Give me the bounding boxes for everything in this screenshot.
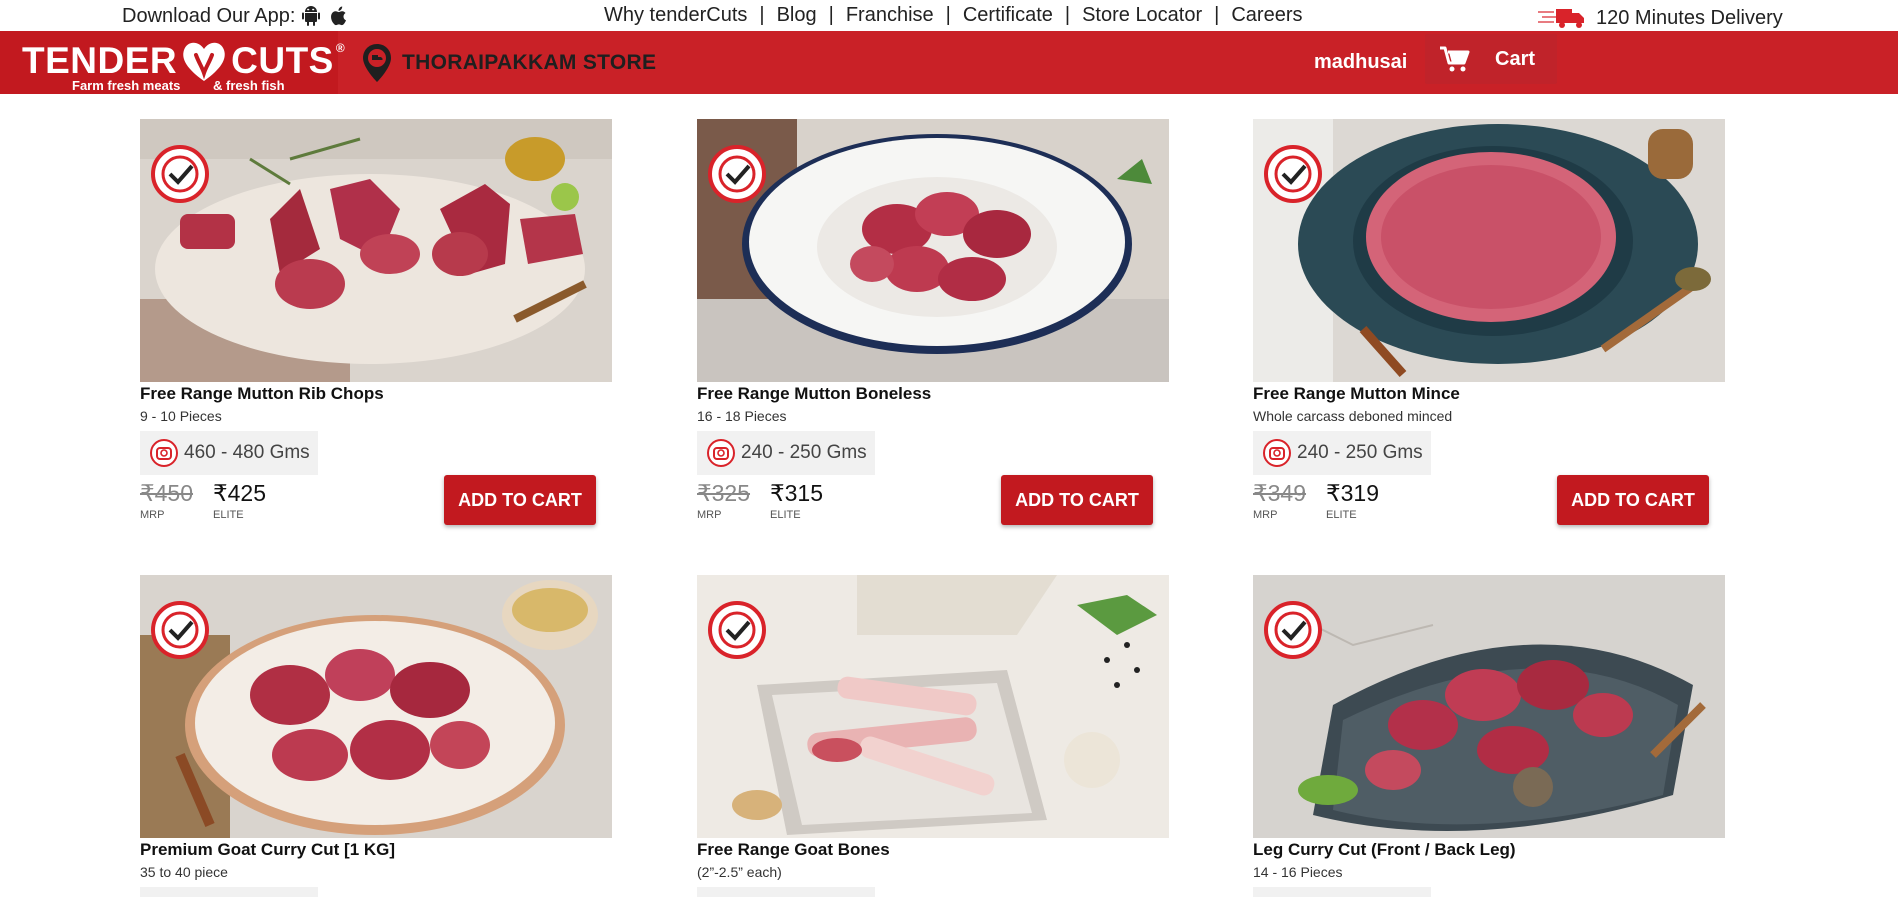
antibiotic-free-badge-icon xyxy=(708,145,766,203)
brand-name-right: CUTS xyxy=(231,40,334,81)
elite-label: ELITE xyxy=(213,509,244,521)
add-to-cart-button[interactable]: ADD TO CART xyxy=(1001,475,1153,525)
weighing-scale-icon xyxy=(1263,439,1291,467)
top-bar: Download Our App: Why tenderCuts | Blog … xyxy=(0,0,1898,31)
antibiotic-free-badge-icon xyxy=(1264,601,1322,659)
mrp-price: ₹450 xyxy=(140,480,194,506)
nav-franchise[interactable]: Franchise xyxy=(846,4,934,27)
product-title[interactable]: Premium Goat Curry Cut [1 KG] xyxy=(140,840,395,860)
brand-logo[interactable]: TENDER CUTS ® Farm fresh meats & fresh f… xyxy=(0,31,345,94)
top-nav: Why tenderCuts | Blog | Franchise | Cert… xyxy=(604,4,1303,27)
shopping-cart-icon xyxy=(1439,45,1471,73)
antibiotic-free-badge-icon xyxy=(151,601,209,659)
product-pieces: 9 - 10 Pieces xyxy=(140,408,222,424)
nav-separator: | xyxy=(759,4,765,26)
add-to-cart-button[interactable]: ADD TO CART xyxy=(1557,475,1709,525)
delivery-text: 120 Minutes Delivery xyxy=(1596,6,1783,29)
mrp-label: MRP xyxy=(140,509,165,521)
add-to-cart-button[interactable]: ADD TO CART xyxy=(444,475,596,525)
mrp-label: MRP xyxy=(697,509,722,521)
product-pieces: (2”-2.5” each) xyxy=(697,864,782,880)
antibiotic-free-badge-icon xyxy=(151,145,209,203)
product-pieces: 35 to 40 piece xyxy=(140,864,228,880)
product-title[interactable]: Free Range Goat Bones xyxy=(697,840,890,860)
antibiotic-free-badge-icon xyxy=(708,601,766,659)
product-image[interactable] xyxy=(1253,575,1725,838)
weight-value: 240 - 250 Gms xyxy=(741,442,867,463)
product-weight: 460 - 480 Gms xyxy=(140,431,318,475)
product-title[interactable]: Leg Curry Cut (Front / Back Leg) xyxy=(1253,840,1516,860)
nav-separator: | xyxy=(945,4,951,26)
elite-price: ₹425 xyxy=(213,480,267,506)
weighing-scale-icon xyxy=(150,439,178,467)
cart-label: Cart xyxy=(1495,47,1536,70)
product-weight: 240 - 250 Gms xyxy=(697,431,875,475)
nav-careers[interactable]: Careers xyxy=(1231,4,1302,27)
delivery-info: 120 Minutes Delivery xyxy=(1536,4,1783,32)
elite-label: ELITE xyxy=(770,509,801,521)
store-name: THORAIPAKKAM STORE xyxy=(402,51,657,74)
product-title[interactable]: Free Range Mutton Mince xyxy=(1253,384,1460,404)
product-image[interactable] xyxy=(697,575,1169,838)
nav-separator: | xyxy=(1214,4,1220,26)
nav-blog[interactable]: Blog xyxy=(777,4,817,27)
user-name[interactable]: madhusai xyxy=(1314,51,1407,74)
nav-why-tendercuts[interactable]: Why tenderCuts xyxy=(604,4,747,27)
weight-value: 240 - 250 Gms xyxy=(1297,442,1423,463)
delivery-truck-icon xyxy=(1536,4,1590,32)
product-image[interactable] xyxy=(140,119,612,382)
product-title[interactable]: Free Range Mutton Rib Chops xyxy=(140,384,384,404)
product-image[interactable] xyxy=(697,119,1169,382)
elite-price: ₹319 xyxy=(1326,480,1380,506)
mrp-label: MRP xyxy=(1253,509,1278,521)
elite-label: ELITE xyxy=(1326,509,1357,521)
nav-separator: | xyxy=(1064,4,1071,26)
cart-button[interactable]: Cart xyxy=(1425,34,1557,84)
product-weight xyxy=(140,887,318,897)
mrp-price: ₹325 xyxy=(697,480,751,506)
product-weight: 240 - 250 Gms xyxy=(1253,431,1431,475)
product-pieces: Whole carcass deboned minced xyxy=(1253,408,1453,424)
product-image[interactable] xyxy=(1253,119,1725,382)
product-pieces: 14 - 16 Pieces xyxy=(1253,864,1343,880)
app-download: Download Our App: xyxy=(122,4,351,28)
store-selector[interactable]: THORAIPAKKAM STORE xyxy=(362,43,656,83)
android-icon[interactable] xyxy=(299,4,323,28)
elite-price: ₹315 xyxy=(770,480,824,506)
apple-icon[interactable] xyxy=(327,4,351,28)
nav-certificate[interactable]: Certificate xyxy=(963,4,1053,27)
registered-mark: ® xyxy=(335,41,346,55)
product-weight xyxy=(697,887,875,897)
mrp-price: ₹349 xyxy=(1253,480,1307,506)
tagline-left: Farm fresh meats xyxy=(72,78,181,93)
nav-store-locator[interactable]: Store Locator xyxy=(1082,4,1202,27)
nav-separator: | xyxy=(828,4,834,26)
brand-name-left: TENDER xyxy=(22,40,178,81)
product-title[interactable]: Free Range Mutton Boneless xyxy=(697,384,931,404)
product-image[interactable] xyxy=(140,575,612,838)
main-header: TENDER CUTS ® Farm fresh meats & fresh f… xyxy=(0,31,1898,94)
product-pieces: 16 - 18 Pieces xyxy=(697,408,787,424)
product-weight xyxy=(1253,887,1431,897)
weighing-scale-icon xyxy=(707,439,735,467)
location-pin-icon xyxy=(362,43,392,83)
weight-value: 460 - 480 Gms xyxy=(184,442,310,463)
download-app-label: Download Our App: xyxy=(122,4,296,27)
tagline-right: & fresh fish xyxy=(213,78,285,93)
antibiotic-free-badge-icon xyxy=(1264,145,1322,203)
